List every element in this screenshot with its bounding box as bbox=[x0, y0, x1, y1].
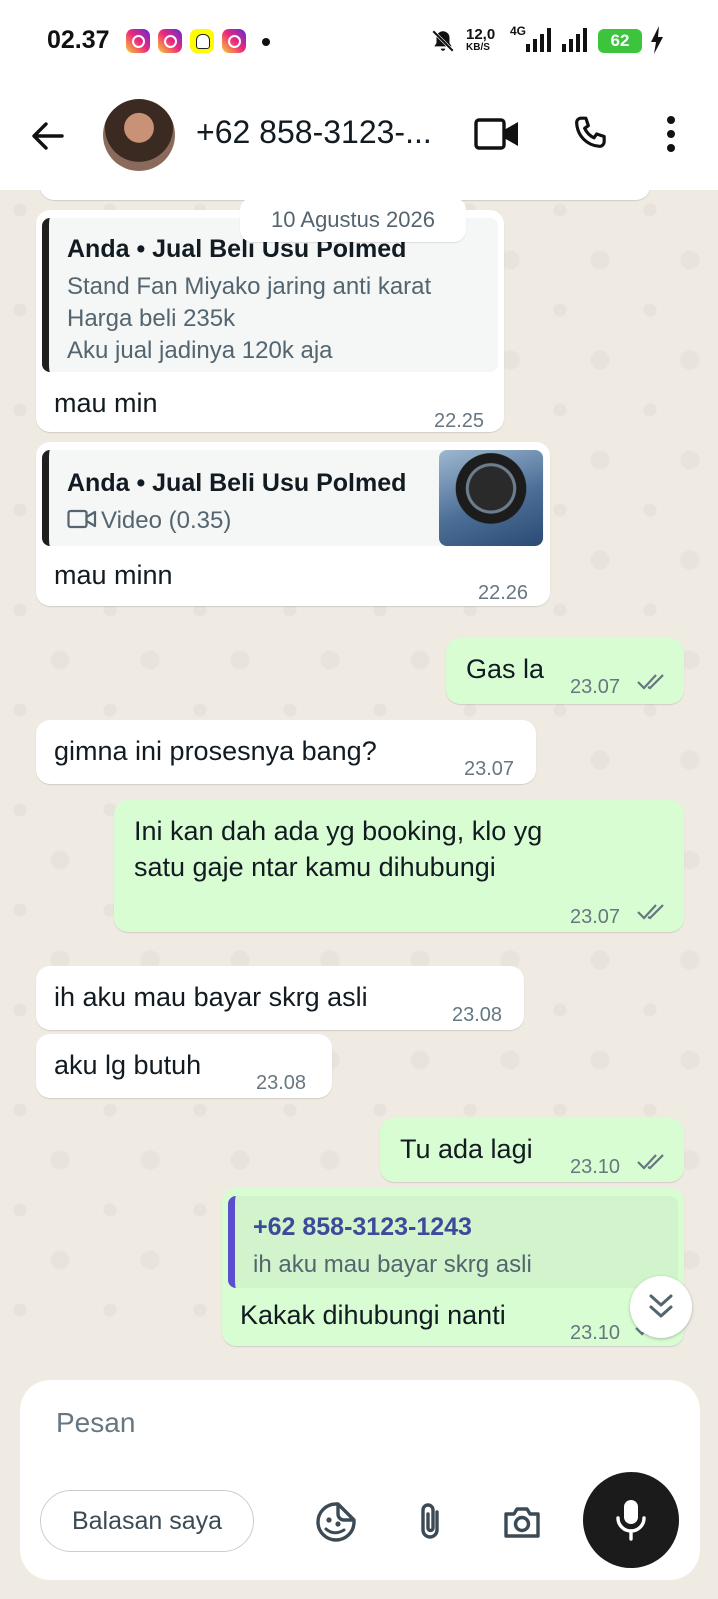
message-text: ih aku mau bayar skrg asli bbox=[54, 982, 368, 1012]
contact-name[interactable]: +62 858-3123-... bbox=[196, 114, 432, 151]
read-ticks-icon bbox=[637, 1154, 664, 1170]
quoted-author: Anda • Jual Beli Usu Polmed bbox=[67, 469, 407, 497]
message-time: 22.26 bbox=[478, 582, 529, 604]
chat-area[interactable]: Anda • Jual Beli Usu Polmed Stand Fan Mi… bbox=[0, 190, 718, 1350]
message-bubble-outgoing[interactable]: +62 858-3123-1243 ih aku mau bayar skrg … bbox=[222, 1188, 684, 1346]
message-bubble-incoming[interactable]: ih aku mau bayar skrg asli 23.08 bbox=[36, 966, 524, 1030]
signal-icon bbox=[562, 28, 587, 52]
message-bubble-incoming[interactable]: gimna ini prosesnya bang? 23.07 bbox=[36, 720, 536, 784]
instagram-notification-icon bbox=[222, 29, 246, 53]
read-ticks-icon bbox=[637, 904, 664, 920]
mute-bell-icon bbox=[432, 30, 454, 52]
back-arrow-icon[interactable] bbox=[28, 116, 68, 156]
chat-header: +62 858-3123-... bbox=[0, 82, 718, 190]
message-composer: Balasan saya bbox=[20, 1380, 700, 1580]
message-text: Kakak dihubungi nanti bbox=[240, 1300, 506, 1330]
quoted-author: +62 858-3123-1243 bbox=[253, 1213, 472, 1241]
message-bubble-outgoing[interactable]: Gas la 23.07 bbox=[446, 638, 684, 704]
message-time: 23.10 bbox=[570, 1156, 621, 1178]
status-bar: 02.37 12,0 KB/S 4G 62 bbox=[0, 0, 718, 82]
quoted-message[interactable]: Anda • Jual Beli Usu Polmed Video (0.35) bbox=[42, 450, 544, 546]
message-text: aku lg butuh bbox=[54, 1050, 202, 1080]
quoted-message[interactable]: +62 858-3123-1243 ih aku mau bayar skrg … bbox=[228, 1196, 678, 1288]
read-ticks-icon bbox=[637, 674, 664, 690]
video-icon bbox=[67, 509, 97, 529]
microphone-icon bbox=[616, 1500, 646, 1541]
message-time: 23.08 bbox=[256, 1072, 307, 1094]
more-options-icon[interactable] bbox=[664, 114, 678, 154]
video-call-icon[interactable] bbox=[474, 116, 520, 152]
video-thumbnail[interactable] bbox=[439, 450, 543, 546]
quoted-text-line: Harga beli 235k bbox=[67, 305, 236, 332]
message-bubble-outgoing[interactable]: Ini kan dah ada yg booking, klo yg satu … bbox=[114, 800, 684, 932]
message-bubble-incoming[interactable]: aku lg butuh 23.08 bbox=[36, 1034, 332, 1098]
message-text: Gas la bbox=[466, 654, 545, 684]
message-time: 22.25 bbox=[434, 410, 485, 432]
message-text-line: Ini kan dah ada yg booking, klo yg bbox=[134, 816, 543, 846]
message-time: 23.07 bbox=[570, 676, 621, 698]
camera-icon[interactable] bbox=[500, 1500, 544, 1544]
quoted-text-line: ih aku mau bayar skrg asli bbox=[253, 1251, 532, 1278]
message-time: 23.08 bbox=[452, 1004, 503, 1026]
charging-icon bbox=[651, 26, 663, 54]
instagram-notification-icon bbox=[158, 29, 182, 53]
snapchat-notification-icon bbox=[190, 29, 214, 53]
message-time: 23.10 bbox=[570, 1322, 621, 1344]
double-chevron-down-icon bbox=[649, 1294, 673, 1318]
network-speed-unit: KB/S bbox=[466, 42, 490, 53]
message-time: 23.07 bbox=[464, 758, 515, 780]
message-time: 23.07 bbox=[570, 906, 621, 928]
message-text: Tu ada lagi bbox=[400, 1134, 533, 1164]
message-text: gimna ini prosesnya bang? bbox=[54, 736, 377, 766]
signal-icon bbox=[526, 28, 551, 52]
quick-reply-chip[interactable]: Balasan saya bbox=[40, 1490, 254, 1552]
battery-indicator: 62 bbox=[598, 29, 642, 53]
quoted-media-label: Video (0.35) bbox=[101, 507, 232, 534]
message-text: mau minn bbox=[54, 560, 173, 590]
message-text: mau min bbox=[54, 388, 158, 418]
instagram-notification-icon bbox=[126, 29, 150, 53]
contact-avatar[interactable] bbox=[103, 99, 175, 171]
voice-record-button[interactable] bbox=[583, 1472, 679, 1568]
network-speed: 12,0 bbox=[466, 26, 496, 43]
message-bubble-incoming[interactable]: Anda • Jual Beli Usu Polmed Stand Fan Mi… bbox=[36, 210, 504, 432]
voice-call-icon[interactable] bbox=[570, 114, 610, 154]
status-time: 02.37 bbox=[47, 26, 110, 54]
message-bubble-outgoing[interactable]: Tu ada lagi 23.10 bbox=[380, 1118, 684, 1182]
quoted-text-line: Aku jual jadinya 120k aja bbox=[67, 337, 333, 364]
more-notifications-dot bbox=[262, 38, 270, 46]
message-bubble-incoming[interactable]: Anda • Jual Beli Usu Polmed Video (0.35)… bbox=[36, 442, 550, 606]
message-text-line: satu gaje ntar kamu dihubungi bbox=[134, 852, 496, 882]
sticker-icon[interactable] bbox=[314, 1500, 358, 1544]
message-input[interactable] bbox=[56, 1400, 576, 1446]
scroll-to-bottom-button[interactable] bbox=[630, 1276, 692, 1338]
network-type: 4G bbox=[510, 24, 527, 38]
attach-icon[interactable] bbox=[408, 1500, 452, 1544]
date-separator: 10 Agustus 2026 bbox=[240, 198, 466, 242]
quoted-text-line: Stand Fan Miyako jaring anti karat bbox=[67, 273, 432, 300]
